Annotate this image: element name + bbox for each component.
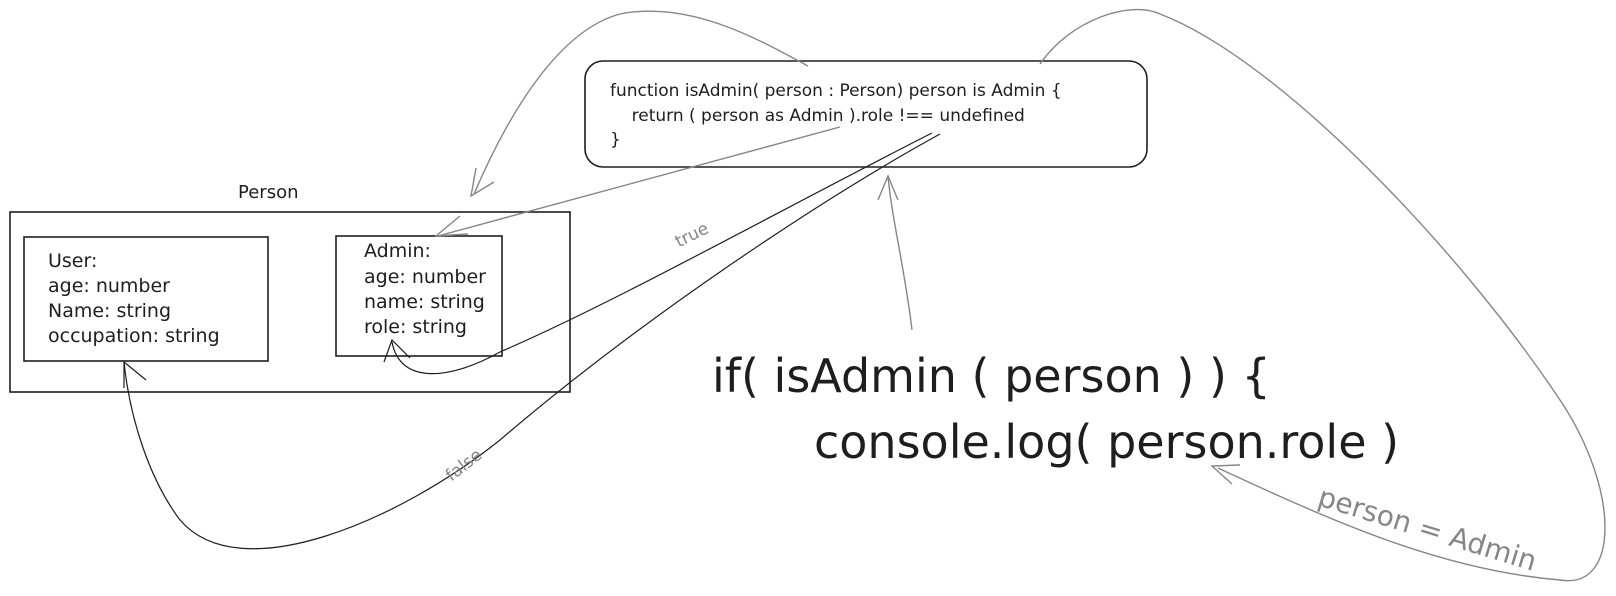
function-line-3: } [610,130,621,150]
admin-box-line-1: Admin: [364,240,431,262]
arrow-if-to-function [887,175,913,331]
arrowhead-true-branch [383,338,411,363]
arrow-true-branch [391,132,933,375]
function-line-1: function isAdmin( person : Person) perso… [610,81,1062,101]
code-if-line: if( isAdmin ( person ) ) { [712,349,1271,403]
user-box-line-3: Name: string [48,300,172,322]
function-line-2: return ( person as Admin ).role !== unde… [610,106,1025,126]
user-box-line-4: occupation: string [48,325,220,347]
admin-box-line-2: age: number [364,266,486,288]
user-box-line-1: User: [48,250,98,272]
code-console-line: console.log( person.role ) [814,415,1400,469]
arrowhead-role-to-admin [433,215,469,237]
person-group-title: Person [238,182,299,203]
admin-box-line-4: role: string [364,316,467,338]
admin-box-line-3: name: string [364,291,485,313]
user-box-line-2: age: number [48,275,170,297]
